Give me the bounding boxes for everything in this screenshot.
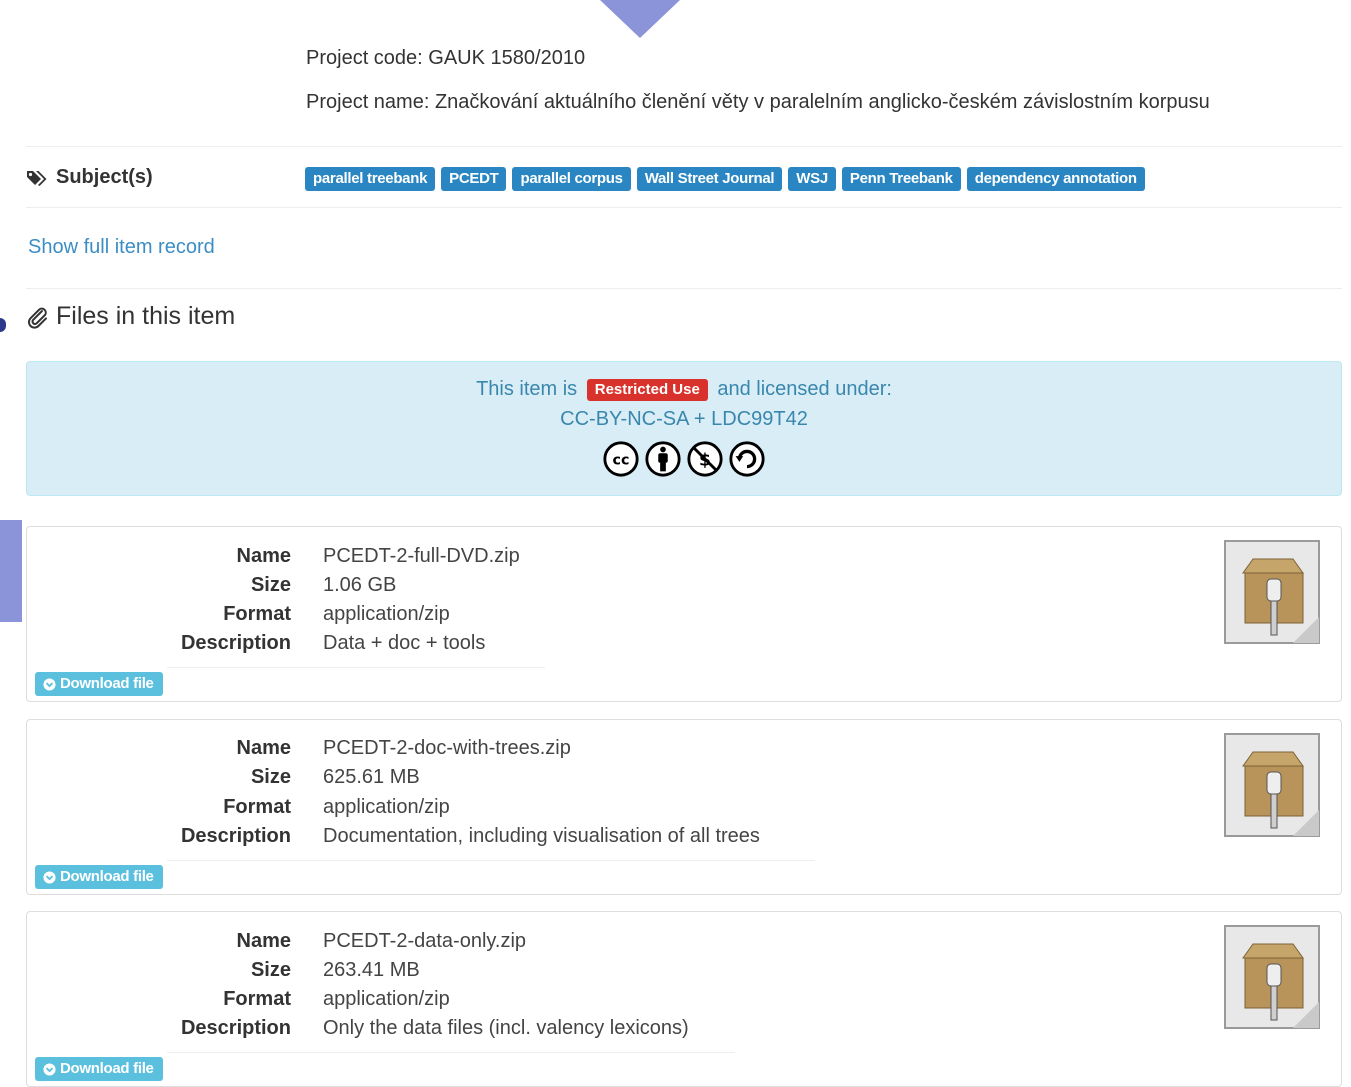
zip-archive-icon[interactable] (1223, 539, 1323, 647)
subjects-label-text: Subject(s) (56, 166, 153, 188)
file-size-label: Size (250, 959, 291, 981)
row-divider (167, 860, 815, 861)
svg-text:cc: cc (613, 453, 630, 469)
file-description: Only the data files (incl. valency lexic… (323, 1017, 689, 1039)
divider (26, 207, 1342, 208)
file-description: Data + doc + tools (323, 632, 486, 654)
file-description-label: Description (180, 632, 291, 654)
license-link[interactable]: CC-BY-NC-SA + LDC99T42 (27, 408, 1341, 431)
tag-wall-street-journal[interactable]: Wall Street Journal (636, 167, 783, 191)
file-description: Documentation, including visualisation o… (323, 825, 760, 847)
tag-penn-treebank[interactable]: Penn Treebank (841, 167, 961, 191)
download-file-button[interactable]: Download file (35, 865, 163, 889)
download-file-button[interactable]: Download file (35, 672, 163, 696)
file-format: application/zip (323, 796, 450, 818)
file-format-label: Format (223, 988, 291, 1010)
files-heading-text: Files in this item (56, 302, 236, 330)
divider (26, 288, 1342, 289)
subject-tags: parallel treebank PCEDT parallel corpus … (305, 167, 1145, 191)
tag-parallel-treebank[interactable]: parallel treebank (305, 167, 436, 191)
files-heading: Files in this item (26, 302, 235, 331)
file-card: Name PCEDT-2-data-only.zip Size 263.41 M… (26, 911, 1342, 1087)
file-description-label: Description (180, 825, 291, 847)
file-size: 625.61 MB (323, 766, 420, 788)
license-prefix: This item is (476, 378, 578, 400)
chevron-down-circle-icon (43, 1062, 56, 1076)
by-icon (645, 441, 681, 477)
nc-icon: $ (687, 441, 723, 477)
side-marker (0, 318, 6, 332)
tag-wsj[interactable]: WSJ (788, 167, 836, 191)
file-size-label: Size (250, 766, 291, 788)
project-code: Project code: GAUK 1580/2010 (306, 47, 586, 69)
sa-icon (729, 441, 765, 477)
side-panel-tab[interactable] (0, 520, 22, 622)
subjects-label: Subject(s) (26, 166, 153, 189)
license-statement: This item is Restricted Use and licensed… (27, 378, 1341, 401)
download-file-button[interactable]: Download file (35, 1057, 163, 1081)
restricted-use-badge: Restricted Use (586, 378, 708, 401)
license-suffix: and licensed under: (717, 378, 892, 400)
download-label: Download file (60, 1060, 154, 1077)
file-size: 1.06 GB (323, 574, 397, 596)
file-name-label: Name (236, 737, 291, 759)
project-name: Project name: Značkování aktuálního člen… (306, 91, 1210, 113)
file-card: Name PCEDT-2-doc-with-trees.zip Size 625… (26, 719, 1342, 895)
download-label: Download file (60, 675, 154, 692)
license-info-box: This item is Restricted Use and licensed… (26, 361, 1342, 496)
cc-icon: cc (603, 441, 639, 477)
file-name-label: Name (236, 930, 291, 952)
license-icons[interactable]: cc $ (27, 440, 1341, 478)
file-name[interactable]: PCEDT-2-data-only.zip (323, 930, 526, 953)
file-format-label: Format (223, 603, 291, 625)
row-divider (167, 667, 545, 668)
tag-parallel-corpus[interactable]: parallel corpus (512, 167, 631, 191)
zip-archive-icon[interactable] (1223, 732, 1323, 840)
row-divider (167, 1052, 735, 1053)
chevron-down-circle-icon (43, 677, 56, 691)
show-full-record-link[interactable]: Show full item record (28, 236, 215, 259)
paperclip-icon (28, 307, 47, 329)
file-name[interactable]: PCEDT-2-doc-with-trees.zip (323, 737, 571, 760)
chevron-down-circle-icon (43, 870, 56, 884)
file-description-label: Description (180, 1017, 291, 1039)
file-name[interactable]: PCEDT-2-full-DVD.zip (323, 545, 520, 568)
zip-archive-icon[interactable] (1223, 924, 1323, 1032)
divider (26, 146, 1342, 147)
tags-icon (27, 170, 47, 186)
file-format-label: Format (223, 796, 291, 818)
file-card: Name PCEDT-2-full-DVD.zip Size 1.06 GB F… (26, 526, 1342, 702)
file-name-label: Name (236, 545, 291, 567)
tag-pcedt[interactable]: PCEDT (441, 167, 507, 191)
tag-dependency-annotation[interactable]: dependency annotation (966, 167, 1145, 191)
file-size-label: Size (250, 574, 291, 596)
file-format: application/zip (323, 603, 450, 625)
file-format: application/zip (323, 988, 450, 1010)
download-label: Download file (60, 868, 154, 885)
file-size: 263.41 MB (323, 959, 420, 981)
scroll-up-indicator[interactable] (600, 0, 680, 38)
